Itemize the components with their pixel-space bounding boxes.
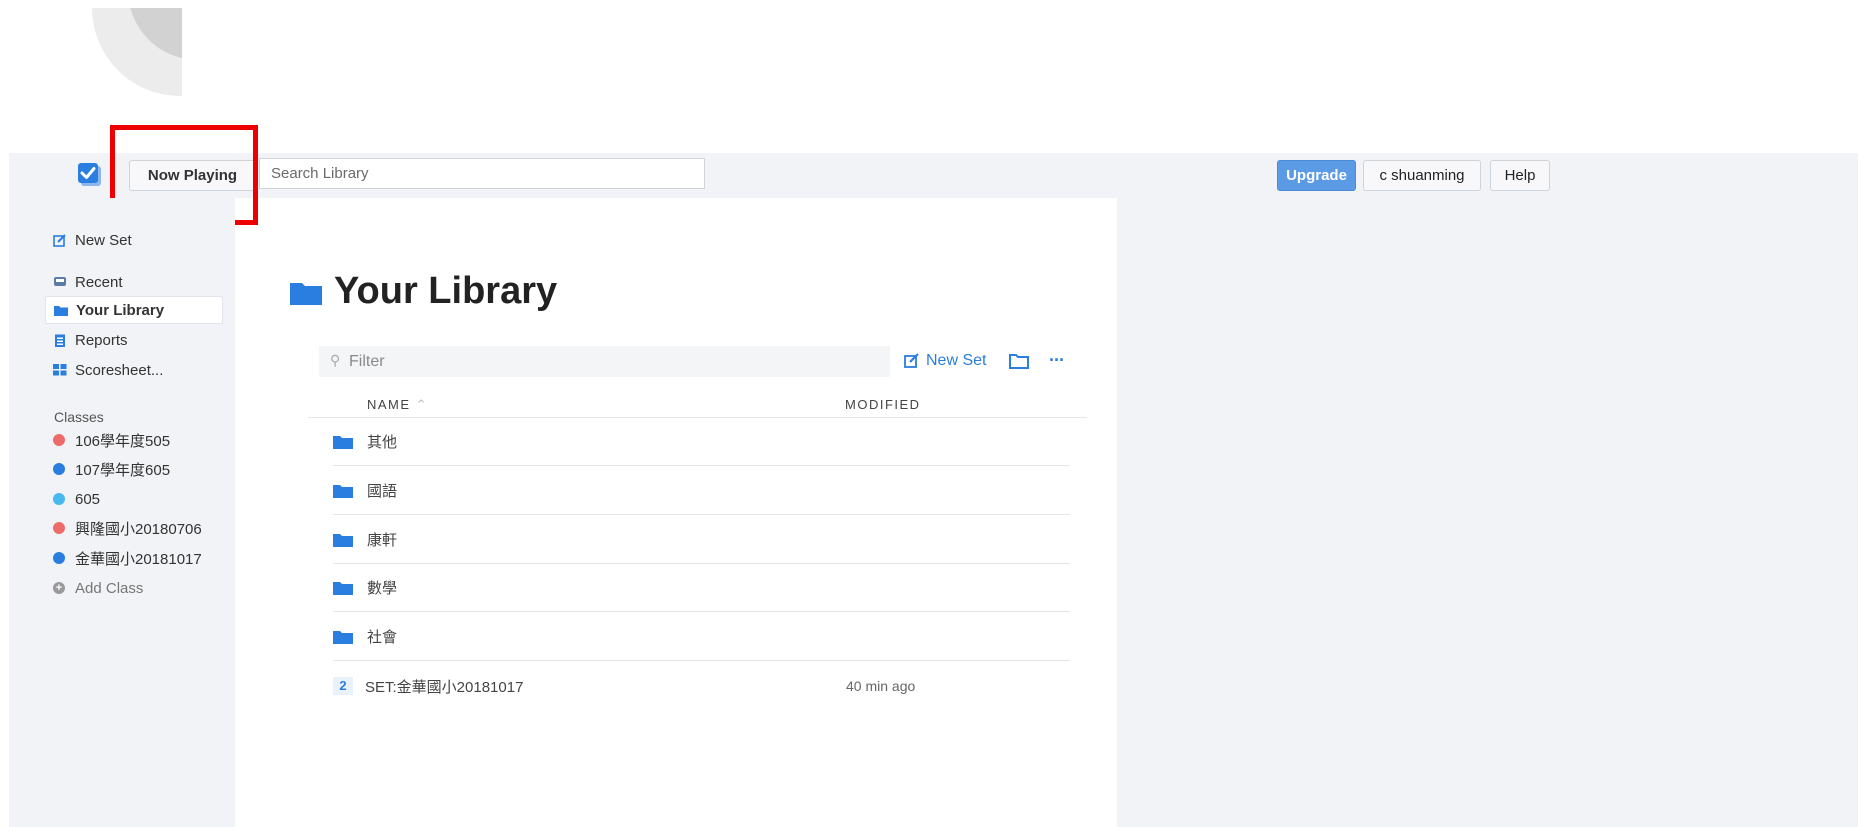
column-header-modified[interactable]: MODIFIED — [845, 397, 921, 412]
table-row[interactable]: 其他 — [333, 418, 1070, 466]
page-title: Your Library — [290, 270, 557, 313]
class-label: 605 — [75, 490, 101, 508]
upgrade-button[interactable]: Upgrade — [1277, 160, 1356, 191]
class-item[interactable]: 金華國小20181017 — [53, 546, 202, 570]
app-logo-icon[interactable] — [77, 162, 103, 188]
sidebar-item-label: Recent — [75, 273, 123, 291]
search-icon: ⚲ — [330, 352, 341, 368]
sidebar-item-reports[interactable]: Reports — [45, 326, 223, 354]
edit-icon — [53, 234, 66, 247]
sidebar-item-recent[interactable]: Recent — [45, 268, 223, 296]
row-modified: 40 min ago — [846, 678, 916, 694]
table-row[interactable]: 社會 — [333, 613, 1070, 661]
search-input[interactable] — [259, 158, 705, 189]
class-color-dot — [53, 493, 65, 505]
class-label: 106學年度505 — [75, 432, 171, 450]
grid-icon — [53, 364, 67, 376]
class-color-dot — [53, 434, 65, 446]
row-name: 數學 — [367, 580, 398, 597]
table-row[interactable]: 數學 — [333, 564, 1070, 612]
class-item[interactable]: 107學年度605 — [53, 457, 170, 481]
class-color-dot — [53, 463, 65, 475]
plus-circle-icon: + — [53, 582, 65, 594]
row-name: SET:金華國小20181017 — [365, 678, 524, 696]
row-name: 康軒 — [367, 532, 398, 549]
user-account-button[interactable]: c shuanming — [1363, 160, 1481, 191]
recent-icon — [54, 277, 66, 286]
top-bar: Now Playing Upgrade c shuanming Help — [9, 153, 1858, 198]
class-item[interactable]: 605 — [53, 487, 100, 511]
column-header-label: NAME — [367, 397, 411, 412]
folder-icon — [333, 533, 353, 547]
class-label: 金華國小20181017 — [75, 550, 202, 568]
sidebar-item-your-library[interactable]: Your Library — [45, 296, 223, 324]
more-options-icon[interactable]: ··· — [1049, 350, 1065, 371]
sidebar-new-set[interactable]: New Set — [45, 226, 223, 254]
sidebar-item-scoresheet[interactable]: Scoresheet... — [45, 356, 223, 384]
classes-heading: Classes — [54, 409, 104, 425]
folder-icon — [290, 282, 322, 305]
sidebar-new-set-label: New Set — [75, 231, 132, 249]
right-panel — [1117, 198, 1858, 827]
edit-icon — [904, 353, 919, 368]
folder-icon — [333, 630, 353, 644]
new-set-label: New Set — [926, 352, 987, 369]
sidebar-item-label: Reports — [75, 331, 128, 349]
folder-icon — [333, 435, 353, 449]
sidebar-item-label: Scoresheet... — [75, 361, 164, 379]
add-class-button[interactable]: + Add Class — [53, 576, 143, 600]
row-name: 國語 — [367, 483, 398, 500]
sidebar: New Set Recent Your Library Reports Scor… — [9, 198, 235, 827]
filter-input[interactable] — [319, 346, 890, 377]
reports-icon — [55, 334, 65, 347]
add-class-label: Add Class — [75, 579, 144, 597]
folder-icon — [333, 581, 353, 595]
class-item[interactable]: 興隆國小20180706 — [53, 516, 202, 540]
class-label: 107學年度605 — [75, 461, 171, 479]
sidebar-item-label: Your Library — [76, 301, 165, 319]
new-folder-icon[interactable] — [1009, 353, 1029, 369]
page-title-text: Your Library — [334, 270, 558, 312]
sort-ascending-icon: ⌃ — [415, 397, 429, 412]
class-color-dot — [53, 552, 65, 564]
row-name: 社會 — [367, 629, 398, 646]
table-row[interactable]: 康軒 — [333, 516, 1070, 564]
set-count-badge: 2 — [333, 677, 353, 695]
help-button[interactable]: Help — [1490, 160, 1550, 191]
table-row[interactable]: 國語 — [333, 467, 1070, 515]
new-set-button[interactable]: New Set — [904, 352, 986, 370]
row-name: 其他 — [367, 434, 398, 451]
class-color-dot — [53, 522, 65, 534]
folder-icon — [333, 484, 353, 498]
decorative-shape — [92, 8, 182, 96]
column-header-name[interactable]: NAME ⌃ — [367, 397, 428, 413]
class-label: 興隆國小20180706 — [75, 520, 202, 538]
folder-icon — [54, 306, 68, 316]
class-item[interactable]: 106學年度505 — [53, 428, 170, 452]
table-row[interactable]: 2 SET:金華國小20181017 40 min ago — [333, 662, 1070, 710]
